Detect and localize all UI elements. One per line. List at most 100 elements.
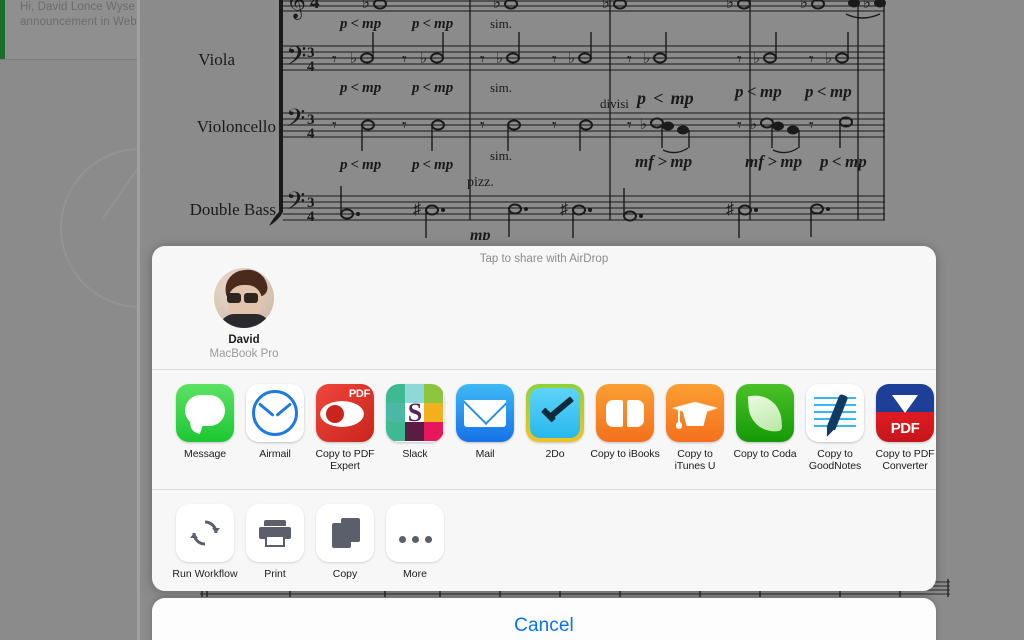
action-row[interactable]: Run Workflow Print Copy More: [152, 490, 936, 590]
svg-text:divisi: divisi: [600, 96, 629, 111]
itunes-u-icon: [666, 384, 724, 442]
app-label: Copy to PDF Converter: [875, 448, 935, 472]
share-target-itunes-u[interactable]: Copy to iTunes U: [660, 384, 730, 472]
ibooks-icon: [596, 384, 654, 442]
app-share-row[interactable]: Message Airmail PDF Copy to PDF Expert S…: [152, 370, 936, 490]
svg-text:♭: ♭: [350, 51, 357, 67]
svg-text:𝄢: 𝄢: [286, 188, 305, 221]
svg-text:Viola: Viola: [198, 50, 235, 69]
svg-text:pizz.: pizz.: [467, 175, 494, 190]
action-copy[interactable]: Copy: [310, 504, 380, 581]
music-score[interactable]: 𝄞 4 ♭ ♭ ♭ ♭ ♭ ♭ p < mp p < mp sim.: [140, 0, 1024, 240]
svg-text:𝄾: 𝄾: [480, 49, 485, 69]
svg-text:𝄾: 𝄾: [402, 49, 407, 69]
svg-text:♭: ♭: [643, 51, 650, 67]
contact-name: David: [228, 334, 260, 346]
app-label: Copy to PDF Expert: [315, 448, 375, 472]
app-label: Copy to iBooks: [590, 448, 660, 460]
pdf-expert-icon: PDF: [316, 384, 374, 442]
app-label: Mail: [475, 448, 495, 460]
mail-icon: [456, 384, 514, 442]
screen: Hi, David Lonce Wyse announcement in Web…: [0, 0, 1024, 640]
refresh-icon: [176, 504, 234, 562]
svg-text:♭: ♭: [753, 51, 760, 67]
svg-text:♭: ♭: [420, 51, 427, 67]
svg-text:𝄢: 𝄢: [286, 41, 307, 77]
svg-text:𝄾: 𝄾: [332, 49, 337, 69]
svg-text:♭: ♭: [496, 51, 503, 67]
mail-preview-card[interactable]: Hi, David Lonce Wyse announcement in Web: [0, 0, 152, 60]
airdrop-section: Tap to share with AirDrop David MacBook …: [152, 246, 936, 370]
svg-text:p < mp: p < mp: [410, 16, 454, 32]
mail-preview-line-1: Hi, David Lonce Wyse: [20, 1, 136, 13]
contact-device: MacBook Pro: [209, 348, 279, 360]
action-label: Print: [264, 568, 286, 580]
svg-text:p < mp: p < mp: [410, 80, 454, 96]
airdrop-hint-text: Tap to share with AirDrop: [479, 253, 609, 265]
svg-text:𝄾: 𝄾: [737, 115, 742, 135]
cancel-label: Cancel: [514, 615, 574, 636]
mail-preview-line-2: announcement in Web: [20, 16, 137, 28]
action-run-workflow[interactable]: Run Workflow: [170, 504, 240, 581]
coda-icon: [736, 384, 794, 442]
svg-text:♭: ♭: [568, 51, 575, 67]
share-target-ibooks[interactable]: Copy to iBooks: [590, 384, 660, 472]
svg-text:♭: ♭: [640, 117, 647, 133]
action-label: More: [403, 568, 427, 580]
copy-icon: [316, 504, 374, 562]
share-target-pdf-converter[interactable]: PDF Copy to PDF Converter: [870, 384, 936, 472]
share-target-slack[interactable]: S Slack: [380, 384, 450, 472]
svg-text:𝄾: 𝄾: [627, 115, 632, 135]
action-label: Run Workflow: [172, 568, 238, 580]
svg-text:p < mp: p < mp: [818, 152, 867, 171]
action-more[interactable]: More: [380, 504, 450, 581]
svg-text:sim.: sim.: [490, 16, 512, 31]
svg-text:♯: ♯: [560, 201, 568, 218]
svg-text:♭: ♭: [602, 0, 610, 12]
share-target-message[interactable]: Message: [170, 384, 240, 472]
app-label: Copy to GoodNotes: [808, 448, 862, 472]
svg-text:p < mp: p < mp: [733, 82, 782, 101]
svg-text:𝄾: 𝄾: [737, 49, 742, 69]
app-label: 2Do: [545, 448, 565, 460]
svg-text:p < mp: p < mp: [338, 80, 382, 96]
airmail-icon: [246, 384, 304, 442]
printer-icon: [246, 504, 304, 562]
svg-text:𝄞: 𝄞: [286, 0, 306, 20]
svg-text:𝄾: 𝄾: [809, 115, 814, 135]
svg-text:𝄢: 𝄢: [286, 105, 305, 138]
svg-text:𝄾: 𝄾: [480, 115, 485, 135]
share-sheet: Tap to share with AirDrop David MacBook …: [152, 246, 936, 591]
cancel-button[interactable]: Cancel: [152, 598, 936, 640]
sunglasses-icon: [227, 293, 261, 303]
svg-text:p < mp: p < mp: [338, 157, 382, 173]
svg-text:♭: ♭: [362, 0, 370, 12]
twodo-icon: [526, 384, 584, 442]
svg-text:4: 4: [307, 126, 315, 142]
share-target-2do[interactable]: 2Do: [520, 384, 590, 472]
action-label: Copy: [332, 568, 358, 580]
svg-text:♯: ♯: [413, 201, 421, 218]
share-target-goodnotes[interactable]: Copy to GoodNotes: [800, 384, 870, 472]
share-target-pdf-expert[interactable]: PDF Copy to PDF Expert: [310, 384, 380, 472]
goodnotes-icon: [806, 384, 864, 442]
svg-text:♭: ♭: [825, 51, 832, 67]
svg-text:p < mp: p < mp: [635, 88, 694, 108]
svg-text:p < mp: p < mp: [410, 157, 454, 173]
app-label: Copy to iTunes U: [674, 448, 716, 472]
svg-text:mf > mp: mf > mp: [745, 152, 802, 171]
svg-text:sim.: sim.: [490, 148, 512, 163]
svg-text:4: 4: [310, 0, 320, 13]
svg-text:p < mp: p < mp: [338, 16, 382, 32]
share-target-airmail[interactable]: Airmail: [240, 384, 310, 472]
message-icon: [176, 384, 234, 442]
share-target-mail[interactable]: Mail: [450, 384, 520, 472]
svg-text:𝄾: 𝄾: [552, 115, 557, 135]
svg-text:4: 4: [307, 59, 315, 75]
svg-text:𝄾: 𝄾: [402, 115, 407, 135]
airdrop-contact-david[interactable]: David MacBook Pro: [184, 268, 304, 361]
action-print[interactable]: Print: [240, 504, 310, 581]
avatar: [214, 268, 274, 328]
share-target-coda[interactable]: Copy to Coda: [730, 384, 800, 472]
svg-text:♭: ♭: [800, 0, 808, 12]
